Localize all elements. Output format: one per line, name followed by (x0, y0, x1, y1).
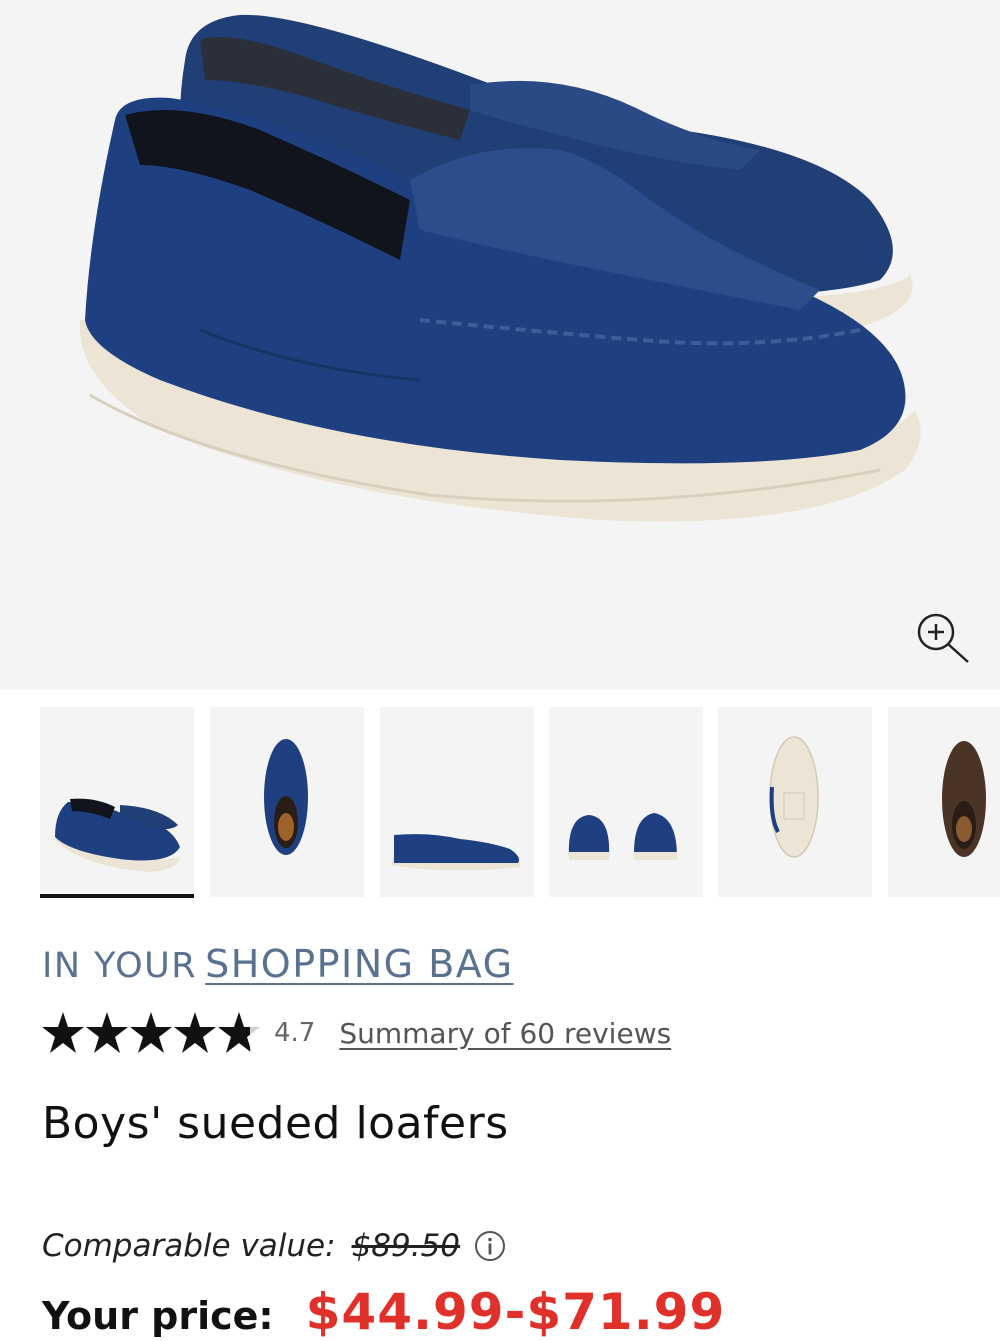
thumbnail-image (942, 741, 986, 857)
thumbnail-image (769, 736, 819, 858)
in-bag-prefix: IN YOUR (42, 946, 198, 986)
thumbnail-heels-view[interactable] (549, 707, 703, 897)
thumbnail-image (568, 813, 677, 860)
info-button[interactable] (474, 1230, 506, 1262)
thumbnail-image (392, 834, 520, 871)
navy-loafers-illustration (79, 14, 921, 522)
star-rating-icon (42, 1012, 260, 1053)
thumbnail-side-view[interactable] (380, 707, 534, 897)
thumbnail-brown-variant[interactable] (888, 707, 1000, 897)
rating-value: 4.7 (274, 1018, 316, 1048)
star-rating[interactable] (42, 1010, 260, 1056)
in-shopping-bag-notice: IN YOUR SHOPPING BAG (42, 942, 514, 986)
your-price-value: $44.99-$71.99 (305, 1283, 726, 1341)
thumbnail-sole-view[interactable] (718, 707, 872, 897)
zoom-in-icon (917, 613, 969, 663)
reviews-summary-link[interactable]: Summary of 60 reviews (339, 1017, 671, 1050)
thumbnail-image (264, 739, 308, 855)
your-price-label: Your price: (42, 1294, 274, 1338)
product-hero-image[interactable] (0, 0, 1000, 690)
thumbnail-image (52, 798, 180, 872)
info-icon (475, 1231, 506, 1261)
active-thumbnail-indicator (40, 894, 194, 898)
thumbnail-top-view[interactable] (210, 707, 364, 897)
shopping-bag-link[interactable]: SHOPPING BAG (205, 942, 513, 986)
comparable-value-row: Comparable value: $89.50 (42, 1228, 506, 1264)
your-price-row: Your price: $44.99-$71.99 (42, 1283, 725, 1341)
product-title: Boys' sueded loafers (42, 1098, 509, 1149)
rating-row: 4.7 Summary of 60 reviews (42, 1008, 671, 1058)
comparable-value-label: Comparable value: (42, 1228, 336, 1264)
zoom-button[interactable] (910, 608, 974, 668)
thumbnail-carousel[interactable] (40, 707, 1000, 899)
thumbnail-pair-angle[interactable] (40, 707, 194, 898)
comparable-value-price: $89.50 (351, 1228, 461, 1264)
